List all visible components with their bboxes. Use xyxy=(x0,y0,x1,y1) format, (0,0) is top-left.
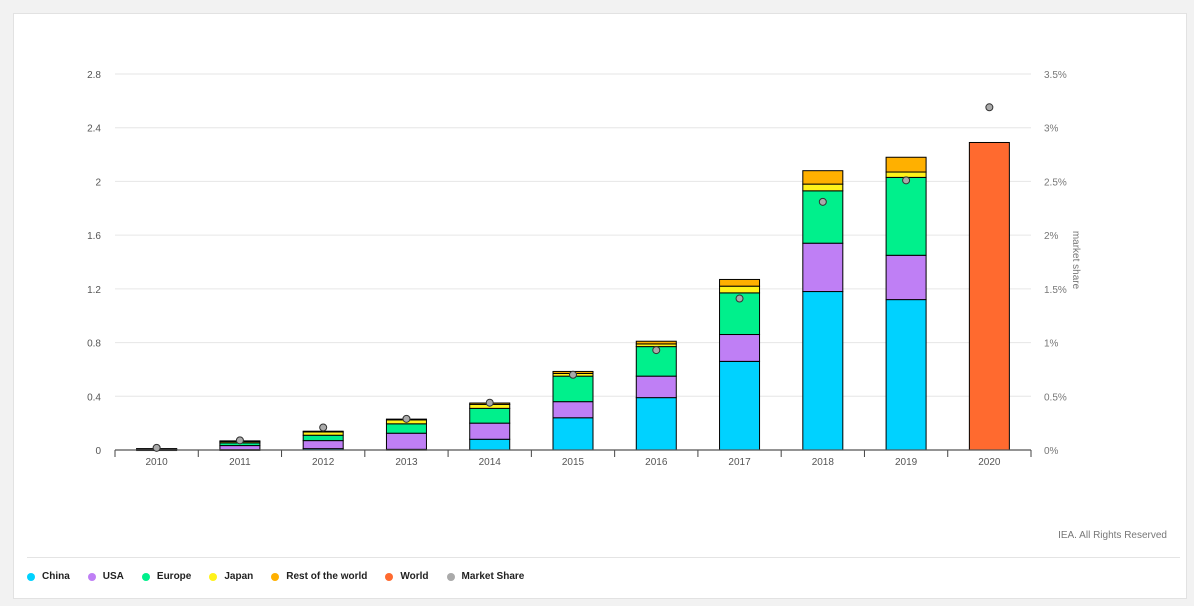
x-tick-label: 2014 xyxy=(479,457,502,468)
bar-segment[interactable] xyxy=(469,422,511,440)
bar-segment[interactable] xyxy=(385,432,427,450)
bar-segment[interactable] xyxy=(552,375,594,403)
market-share-point[interactable] xyxy=(985,103,994,112)
market-share-point[interactable] xyxy=(485,398,494,407)
legend-label: Rest of the world xyxy=(286,571,368,582)
legend-marker-icon xyxy=(446,572,455,581)
legend-label: World xyxy=(400,571,429,582)
bar-segment[interactable] xyxy=(802,242,844,293)
y-tick-label: 1.2 xyxy=(87,285,101,296)
x-tick-label: 2013 xyxy=(395,457,418,468)
legend-marker-icon xyxy=(271,572,280,581)
y-tick-label: 0 xyxy=(95,446,101,457)
bar-segment[interactable] xyxy=(968,141,1010,451)
bar-segment[interactable] xyxy=(802,170,844,185)
bar-segment[interactable] xyxy=(302,440,344,450)
y2-tick-label: 3% xyxy=(1044,124,1059,135)
y-tick-label: 0.8 xyxy=(87,339,101,350)
y2-tick-label: 1% xyxy=(1044,339,1059,350)
bar-segment[interactable] xyxy=(885,299,927,451)
legend-item-market-share[interactable]: Market Share xyxy=(446,571,525,582)
legend-item-japan[interactable]: Japan xyxy=(209,571,253,582)
bar-segment[interactable] xyxy=(885,176,927,256)
legend-item-china[interactable]: China xyxy=(27,571,70,582)
market-share-point[interactable] xyxy=(319,423,328,432)
y2-tick-label: 2.5% xyxy=(1044,177,1067,188)
bar-segment[interactable] xyxy=(802,183,844,192)
market-share-point[interactable] xyxy=(569,370,577,379)
bar-segment[interactable] xyxy=(719,334,761,362)
legend-item-europe[interactable]: Europe xyxy=(141,571,192,582)
legend-label: Market Share xyxy=(461,571,525,582)
legend-marker-icon xyxy=(385,572,394,581)
market-share-point[interactable] xyxy=(402,414,411,423)
y-tick-label: 1.6 xyxy=(87,231,101,242)
bar-segment[interactable] xyxy=(469,438,511,451)
legend-marker-icon xyxy=(87,572,96,581)
bar-segment[interactable] xyxy=(552,401,594,419)
market-share-point[interactable] xyxy=(235,436,244,445)
legend-marker-icon xyxy=(27,572,35,581)
y2-tick-label: 0% xyxy=(1044,446,1059,457)
bar-segment[interactable] xyxy=(552,417,594,451)
bar-segment[interactable] xyxy=(635,340,677,345)
bar-segment[interactable] xyxy=(635,397,677,451)
bar-segment[interactable] xyxy=(719,285,761,294)
bar-segment[interactable] xyxy=(469,407,511,424)
y-tick-label: 2.4 xyxy=(87,124,101,135)
x-tick-label: 2015 xyxy=(562,457,585,468)
bar-segment[interactable] xyxy=(885,156,927,173)
market-share-point[interactable] xyxy=(735,294,744,303)
bar-segment[interactable] xyxy=(219,445,261,451)
bar-segment[interactable] xyxy=(635,375,677,399)
x-tick-label: 2017 xyxy=(728,457,751,468)
x-tick-label: 2010 xyxy=(146,457,169,468)
bar-segment[interactable] xyxy=(885,254,927,301)
market-share-point[interactable] xyxy=(818,197,827,206)
y-tick-label: 2 xyxy=(95,177,101,188)
y2-tick-label: 1.5% xyxy=(1044,285,1067,296)
x-tick-label: 2011 xyxy=(229,457,251,468)
legend-divider xyxy=(27,557,1180,558)
bar-segment[interactable] xyxy=(302,434,344,442)
y2-tick-label: 3.5% xyxy=(1044,70,1067,81)
legend-item-rest-of-the-world[interactable]: Rest of the world xyxy=(271,571,367,582)
y2-axis-title: market share xyxy=(1070,231,1081,290)
market-share-point[interactable] xyxy=(902,176,911,185)
x-tick-label: 2020 xyxy=(978,457,1001,468)
copyright-credit: IEA. All Rights Reserved xyxy=(1058,530,1167,541)
x-tick-label: 2016 xyxy=(645,457,668,468)
legend-label: Europe xyxy=(156,571,192,582)
legend-label: USA xyxy=(102,571,124,582)
legend-marker-icon xyxy=(209,572,218,581)
bar-segment[interactable] xyxy=(385,423,427,434)
x-tick-label: 2018 xyxy=(812,457,835,468)
y2-tick-label: 2% xyxy=(1044,231,1059,242)
legend-item-world[interactable]: World xyxy=(385,571,429,582)
legend-marker-icon xyxy=(141,572,150,581)
y2-tick-label: 0.5% xyxy=(1044,392,1067,403)
legend-label: China xyxy=(42,571,70,582)
stacked-bar-chart: 0 0.4 0.8 1.2 1.6 2 2.4 2.8 0% 0.5% 1% 1.5% 2% 2.5% 3%… xyxy=(87,70,1081,468)
x-tick-label: 2019 xyxy=(895,457,918,468)
x-tick-label: 2012 xyxy=(312,457,335,468)
y-tick-label: 2.8 xyxy=(87,70,101,81)
legend-item-usa[interactable]: USA xyxy=(87,571,124,582)
market-share-point[interactable] xyxy=(152,443,161,452)
legend-label: Japan xyxy=(224,571,254,582)
legend: China USA Europe Japan Rest of the world Worl… xyxy=(27,571,524,582)
bar-segment[interactable] xyxy=(719,278,761,287)
y-tick-label: 0.4 xyxy=(87,392,101,403)
bar-segment[interactable] xyxy=(719,360,761,451)
bar-segment[interactable] xyxy=(802,291,844,451)
market-share-point[interactable] xyxy=(652,346,661,355)
